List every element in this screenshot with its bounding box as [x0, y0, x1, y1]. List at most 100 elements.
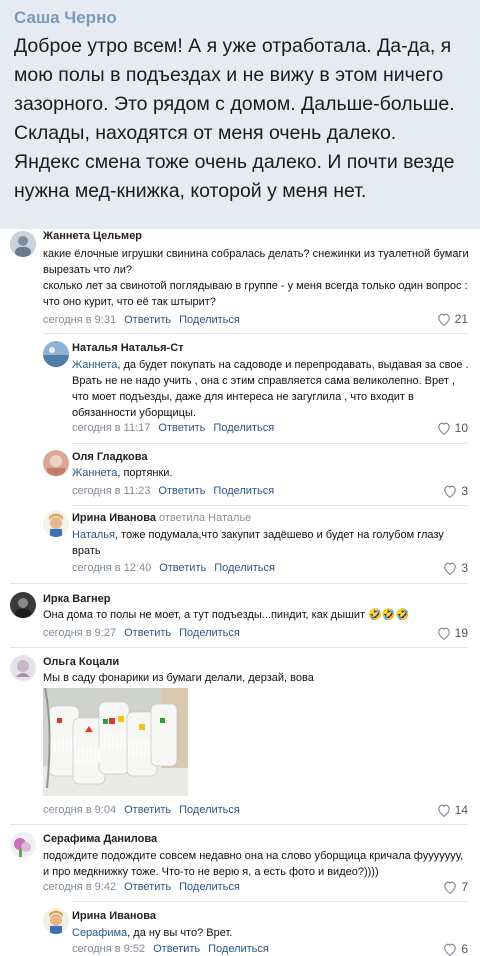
mention-link[interactable]: Серафима: [72, 927, 127, 939]
reply-button[interactable]: Ответить: [153, 943, 200, 955]
comment-author[interactable]: Ольга Коцали: [43, 656, 119, 668]
comment-text-body: , да ну вы что? Врет.: [127, 927, 233, 939]
reply-button[interactable]: Ответить: [158, 422, 205, 434]
comment-time[interactable]: сегодня в 9:27: [43, 627, 116, 639]
comment-meta: сегодня в 9:52 Ответить Поделиться: [72, 943, 277, 955]
comment-author[interactable]: Жаннета Цельмер: [43, 230, 142, 242]
heart-icon: [437, 804, 450, 817]
divider: [10, 824, 468, 825]
comment-time[interactable]: сегодня в 9:52: [72, 943, 145, 955]
like-button[interactable]: 7: [443, 880, 468, 894]
avatar[interactable]: [43, 341, 69, 367]
like-button[interactable]: 6: [443, 942, 468, 956]
post-text: Доброе утро всем! А я уже отработала. Да…: [14, 35, 455, 202]
share-button[interactable]: Поделиться: [179, 804, 240, 816]
comment-text: Наталья, тоже подумала,что закупит задёш…: [72, 527, 470, 559]
share-button[interactable]: Поделиться: [179, 881, 240, 893]
share-button[interactable]: Поделиться: [208, 943, 269, 955]
avatar[interactable]: [10, 832, 36, 858]
comment-meta: сегодня в 9:42 Ответить Поделиться: [43, 881, 248, 893]
reply-to-label[interactable]: ответила Наталье: [159, 512, 251, 524]
mention-link[interactable]: Наталья: [72, 529, 115, 541]
comment-author-name[interactable]: Ирина Иванова: [72, 512, 156, 524]
reply-button[interactable]: Ответить: [124, 314, 171, 326]
comment-author[interactable]: Оля Гладкова: [72, 451, 147, 463]
comment-text-body: , тоже подумала,что закупит задёшево и б…: [72, 529, 444, 557]
comment-time[interactable]: сегодня в 9:42: [43, 881, 116, 893]
avatar[interactable]: [10, 655, 36, 681]
avatar[interactable]: [10, 231, 36, 257]
post-card: Саша Черно Доброе утро всем! А я уже отр…: [0, 0, 480, 229]
comment-author[interactable]: Серафима Данилова: [43, 833, 157, 845]
comment-meta: сегодня в 11:17 Ответить Поделиться: [72, 422, 282, 434]
divider: [72, 443, 468, 444]
post-author[interactable]: Саша Черно: [14, 6, 466, 30]
divider: [72, 505, 468, 506]
avatar-image: [10, 592, 36, 618]
like-button[interactable]: 19: [437, 626, 468, 640]
comment-author[interactable]: Ирка Вагнер: [43, 593, 110, 605]
divider: [10, 583, 468, 584]
avatar-image: [43, 341, 69, 367]
heart-icon: [437, 422, 450, 435]
divider: [72, 901, 468, 902]
like-button[interactable]: 21: [437, 312, 468, 326]
lanterns-photo: [43, 688, 188, 796]
avatar[interactable]: [43, 908, 69, 934]
reply-button[interactable]: Ответить: [124, 627, 171, 639]
comment-text-body: , да будет покупать на садоводе и перепр…: [72, 359, 469, 419]
heart-icon: [437, 313, 450, 326]
avatar[interactable]: [43, 450, 69, 476]
reply-button[interactable]: Ответить: [124, 804, 171, 816]
comment-meta: сегодня в 12:40 Ответить Поделиться: [72, 562, 283, 574]
comment-author[interactable]: Ирина Иванова ответила Наталье: [72, 512, 251, 524]
like-count: 6: [461, 942, 468, 956]
comment-time[interactable]: сегодня в 11:23: [72, 485, 150, 497]
comment-time[interactable]: сегодня в 11:17: [72, 422, 150, 434]
heart-icon: [444, 943, 457, 956]
comment-author[interactable]: Ирина Иванова: [72, 910, 156, 922]
like-button[interactable]: 3: [443, 484, 468, 498]
share-button[interactable]: Поделиться: [214, 562, 275, 574]
comment-text: подождите подождите совсем недавно она н…: [43, 850, 464, 878]
like-button[interactable]: 14: [437, 803, 468, 817]
comment-time[interactable]: сегодня в 9:31: [43, 314, 116, 326]
comment-author[interactable]: Наталья Наталья-Ст: [72, 342, 184, 354]
share-button[interactable]: Поделиться: [179, 314, 240, 326]
mention-link[interactable]: Жаннета: [72, 467, 117, 479]
comment-text: Она дома то полы не моет, а тут подъезды…: [43, 609, 410, 621]
like-button[interactable]: 10: [437, 421, 468, 435]
avatar-image: [10, 832, 36, 858]
like-count: 3: [461, 484, 468, 498]
comment-meta: сегодня в 9:27 Ответить Поделиться: [43, 627, 248, 639]
avatar[interactable]: [10, 592, 36, 618]
like-count: 10: [454, 421, 468, 435]
comment-text: Жаннета, портянки.: [72, 465, 470, 481]
divider: [10, 647, 468, 648]
share-button[interactable]: Поделиться: [213, 485, 274, 497]
like-button[interactable]: 3: [443, 561, 468, 575]
share-button[interactable]: Поделиться: [213, 422, 274, 434]
heart-icon: [437, 627, 450, 640]
like-count: 19: [454, 626, 468, 640]
share-button[interactable]: Поделиться: [179, 627, 240, 639]
comment-time[interactable]: сегодня в 12:40: [72, 562, 151, 574]
avatar[interactable]: [43, 511, 69, 537]
comment-time[interactable]: сегодня в 9:04: [43, 804, 116, 816]
heart-icon: [444, 881, 457, 894]
mention-link[interactable]: Жаннета: [72, 359, 117, 371]
comment-meta: сегодня в 11:23 Ответить Поделиться: [72, 485, 282, 497]
attached-photo[interactable]: [43, 688, 188, 796]
heart-icon: [444, 562, 457, 575]
avatar-image: [10, 231, 36, 257]
reply-button[interactable]: Ответить: [158, 485, 205, 497]
avatar-image: [43, 908, 69, 934]
comment-meta: сегодня в 9:04 Ответить Поделиться: [43, 804, 248, 816]
reply-button[interactable]: Ответить: [159, 562, 206, 574]
avatar-image: [43, 450, 69, 476]
like-count: 14: [454, 803, 468, 817]
heart-icon: [444, 485, 457, 498]
like-count: 3: [461, 561, 468, 575]
reply-button[interactable]: Ответить: [124, 881, 171, 893]
comment-text: какие ёлочные игрушки свинина собралась …: [43, 248, 469, 308]
